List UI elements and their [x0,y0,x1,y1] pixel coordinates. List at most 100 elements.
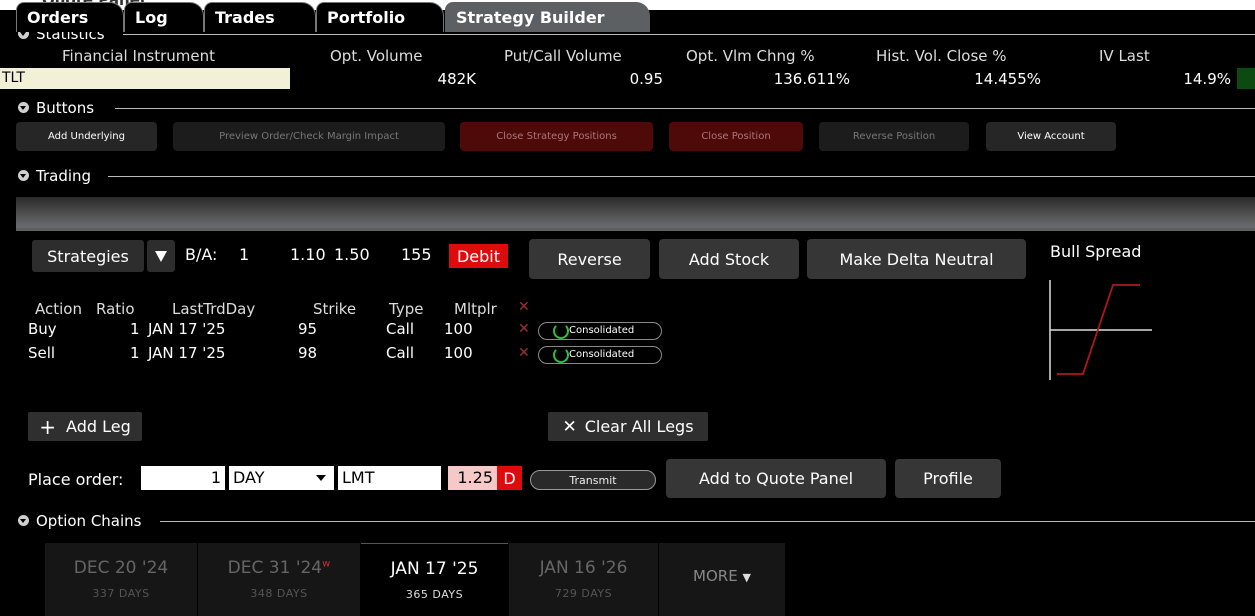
close-strategy-positions-button[interactable]: Close Strategy Positions [460,122,653,151]
hist-vol-value: 14.455% [974,70,1041,88]
leg-column-mltplr: Mltplr [454,300,497,318]
leg-type: Call [386,344,415,362]
leg-strike[interactable]: 98 [298,344,317,362]
expiry-date-wrap: DEC 31 '24w [198,558,360,578]
iv-last-value: 14.9% [1183,70,1231,88]
column-header-put-call-volume[interactable]: Put/Call Volume [504,47,622,65]
add-to-quote-panel-button[interactable]: Add to Quote Panel [666,459,886,498]
order-type-input[interactable]: LMT [338,466,441,490]
clear-all-legs-button[interactable]: ✕ Clear All Legs [548,412,708,441]
more-expiries-button[interactable]: MORE ▼ [659,543,785,616]
refresh-icon [553,347,569,363]
payoff-diagram [1049,280,1152,380]
tab-orders[interactable]: Orders [16,2,124,32]
leg-strike[interactable]: 95 [298,320,317,338]
price-flag: D [497,466,522,490]
transmit-button[interactable]: Transmit [530,470,656,490]
column-header-hist-vol[interactable]: Hist. Vol. Close % [876,47,1007,65]
ask-price: 1.50 [334,245,370,264]
limit-price-input[interactable]: 1.25 [448,466,497,490]
clear-legs-label: Clear All Legs [584,417,694,436]
divider [123,34,1255,35]
remove-leg-x-icon[interactable]: ✕ [518,345,530,361]
collapse-triangle-icon[interactable] [18,170,29,181]
column-header-iv-last[interactable]: IV Last [1099,47,1150,65]
plus-icon: + [39,414,57,439]
instrument-cell[interactable]: TLT [0,68,290,89]
preview-order-button[interactable]: Preview Order/Check Margin Impact [173,122,445,151]
tab-label: Portfolio [327,8,406,27]
collapse-triangle-icon[interactable] [18,515,29,526]
leg-last-trd-day: JAN 17 '25 [148,320,226,338]
leg-ratio[interactable]: 1 [130,344,140,362]
leg-column-type: Type [389,300,424,318]
section-label: Trading [36,167,92,185]
bid-price: 1.10 [290,245,326,264]
add-underlying-button[interactable]: Add Underlying [16,122,157,151]
column-header-opt-volume[interactable]: Opt. Volume [330,47,423,65]
section-buttons[interactable]: Buttons [0,98,1255,118]
route-label: Consolidated [569,325,635,336]
expiry-date: DEC 31 '24 [227,558,323,578]
remove-all-x-icon[interactable]: ✕ [518,299,530,315]
expiry-days: 337 DAYS [92,587,150,600]
leg-mltplr: 100 [444,344,473,362]
strategies-label: Strategies [47,246,129,266]
tab-portfolio[interactable]: Portfolio [316,2,444,32]
expiry-date: DEC 20 '24 [73,558,169,578]
add-stock-button[interactable]: Add Stock [659,239,799,279]
divider [108,176,1255,177]
divider [115,108,1255,109]
payoff-title: Bull Spread [1050,242,1142,261]
expiry-date: JAN 17 '25 [390,559,479,579]
tab-strip-background [16,197,1255,229]
size-value: 155 [401,245,432,264]
expiry-days: 729 DAYS [554,587,613,600]
strategies-button[interactable]: Strategies [32,240,144,272]
leg-column-strike: Strike [313,300,357,318]
weekly-marker: w [322,558,331,570]
leg-type: Call [386,320,415,338]
dropdown-arrow-icon [316,475,326,481]
leg-mltplr: 100 [444,320,473,338]
expiry-tab[interactable]: JAN 16 '26 729 DAYS [509,543,658,616]
leg-ratio[interactable]: 1 [130,320,140,338]
tab-log[interactable]: Log [124,2,204,32]
profile-button[interactable]: Profile [895,459,1001,498]
add-leg-button[interactable]: + Add Leg [28,412,142,441]
route-selector[interactable]: Consolidated [538,322,662,340]
remove-leg-x-icon[interactable]: ✕ [518,321,530,337]
change-indicator-cell [1237,68,1255,89]
add-leg-label: Add Leg [66,417,131,436]
expiry-tab[interactable]: DEC 20 '24 337 DAYS [45,543,197,616]
route-selector[interactable]: Consolidated [538,346,662,364]
section-trading[interactable]: Trading [0,166,1255,186]
put-call-volume-value: 0.95 [629,70,663,88]
tab-trades[interactable]: Trades [204,2,316,32]
dropdown-arrow-icon [155,250,167,262]
expiry-tab[interactable]: DEC 31 '24w 348 DAYS [198,543,360,616]
tif-select[interactable]: DAY [229,466,334,490]
instrument-symbol: TLT [2,70,25,86]
view-account-button[interactable]: View Account [986,122,1116,151]
make-delta-neutral-button[interactable]: Make Delta Neutral [807,239,1026,279]
leg-action: Sell [28,344,56,362]
column-header-opt-vlm-chng[interactable]: Opt. Vlm Chng % [686,47,815,65]
tab-strategy-builder[interactable]: Strategy Builder [445,2,650,32]
tab-label: Orders [27,8,89,27]
leg-column-action: Action [35,300,82,318]
close-position-button[interactable]: Close Position [669,122,803,151]
strategies-dropdown[interactable] [147,240,175,272]
more-label-wrap: MORE ▼ [659,567,785,585]
divider [160,521,1255,522]
quantity-input[interactable]: 1 [141,466,225,490]
section-option-chains[interactable]: Option Chains [0,511,1255,531]
collapse-triangle-icon[interactable] [18,102,29,113]
expiry-tab-selected[interactable]: JAN 17 '25 365 DAYS [361,543,508,616]
expiry-date: JAN 16 '26 [539,558,628,578]
reverse-position-button[interactable]: Reverse Position [819,122,969,151]
close-icon: ✕ [562,416,577,437]
column-header-instrument[interactable]: Financial Instrument [62,47,215,65]
reverse-button[interactable]: Reverse [529,239,650,279]
route-label: Consolidated [569,349,635,360]
